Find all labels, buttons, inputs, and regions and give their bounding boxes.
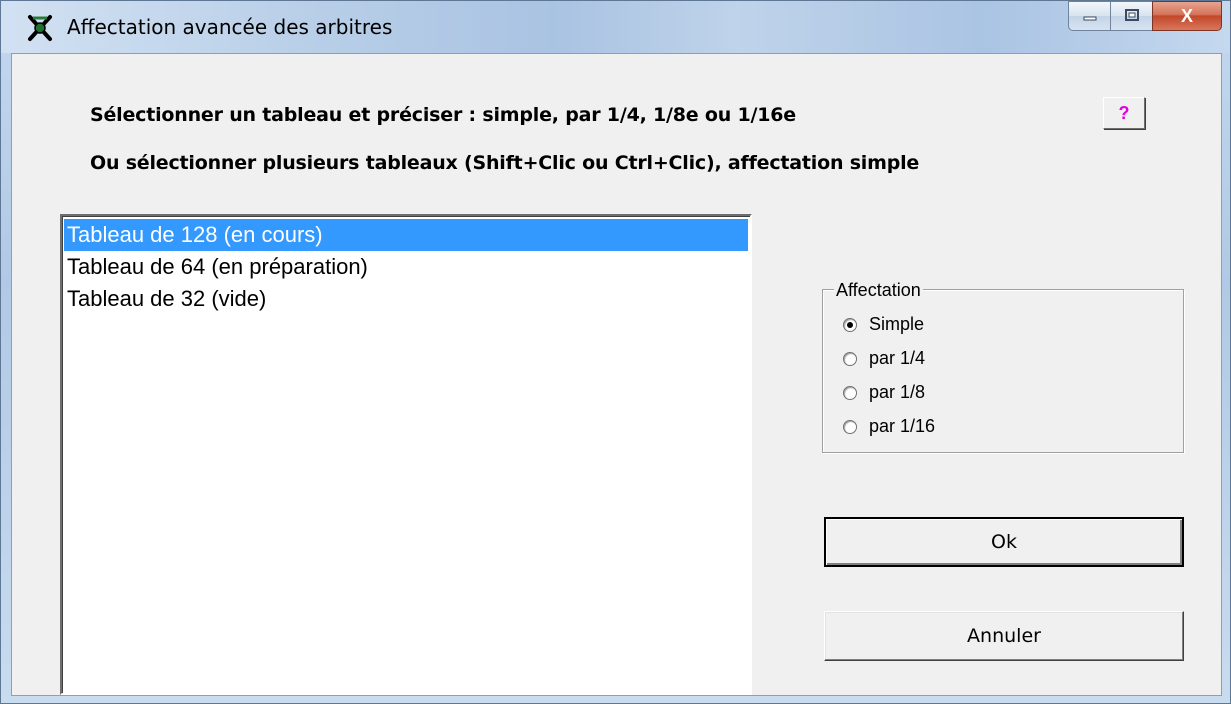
help-button[interactable]: ? [1103,97,1145,129]
minimize-button[interactable] [1068,1,1110,31]
close-button[interactable]: X [1152,1,1222,31]
dialog-window: Affectation avancée des arbitres X Sélec… [0,0,1231,704]
radio-button-simple[interactable] [843,317,857,332]
radio-label-simple: Simple [869,314,925,334]
window-title: Affectation avancée des arbitres [67,15,393,39]
radio-button-par-1-4[interactable] [843,351,857,366]
radio-button-par-1-16[interactable] [843,419,857,434]
tableaux-listbox[interactable]: Tableau de 128 (en cours) Tableau de 64 … [60,214,752,695]
radio-label-par-1-8: par 1/8 [869,382,926,402]
list-item-tableau-32[interactable]: Tableau de 32 (vide) [64,283,748,315]
instruction-line-1: Sélectionner un tableau et préciser : si… [90,104,796,126]
ok-button[interactable]: Ok [824,517,1184,567]
radio-option-par-1-8[interactable]: par 1/8 [843,382,925,403]
crossed-whistle-icon [25,13,55,43]
dialog-client-area: Sélectionner un tableau et préciser : si… [11,53,1222,696]
maximize-icon [1124,8,1140,25]
radio-label-par-1-16: par 1/16 [869,416,936,436]
radio-button-par-1-8[interactable] [843,385,857,400]
radio-option-simple[interactable]: Simple [843,314,924,335]
affectation-groupbox: Affectation Simple par 1/4 par 1/8 par 1… [822,280,1184,453]
cancel-button[interactable]: Annuler [824,611,1184,661]
list-item-tableau-64[interactable]: Tableau de 64 (en préparation) [64,251,748,283]
instruction-line-2: Ou sélectionner plusieurs tableaux (Shif… [90,152,920,174]
title-bar[interactable]: Affectation avancée des arbitres X [1,1,1230,53]
list-item-tableau-128[interactable]: Tableau de 128 (en cours) [64,219,748,251]
affectation-legend: Affectation [834,280,923,301]
radio-label-par-1-4: par 1/4 [869,348,926,368]
minimize-icon [1082,8,1098,24]
radio-option-par-1-4[interactable]: par 1/4 [843,348,925,369]
close-icon: X [1180,5,1193,26]
radio-option-par-1-16[interactable]: par 1/16 [843,416,935,437]
maximize-button[interactable] [1110,1,1152,31]
caption-buttons: X [1068,1,1222,33]
